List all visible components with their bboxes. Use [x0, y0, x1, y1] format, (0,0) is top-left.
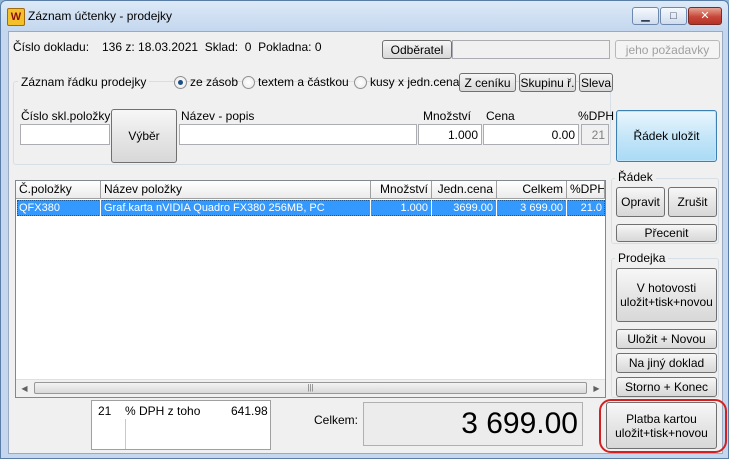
row-group-button[interactable]: Skupinu ř. [519, 73, 576, 92]
col-header-unit-price[interactable]: Jedn.cena [432, 181, 497, 199]
title-bar[interactable]: W Záznam účtenky - prodejky ▁ □ ✕ [1, 1, 728, 31]
cell-item-no: QFX380 [16, 200, 101, 216]
receipt-app-icon[interactable]: W [7, 8, 25, 26]
col-header-total[interactable]: Celkem [497, 181, 567, 199]
scroll-thumb[interactable]: ||| [34, 382, 587, 394]
maximize-icon: □ [670, 10, 677, 22]
col-header-item-name[interactable]: Název položky [101, 181, 371, 199]
customer-button[interactable]: Odběratel [382, 40, 452, 59]
cancel-end-button[interactable]: Storno + Konec [616, 377, 717, 397]
col-header-vat[interactable]: %DPH [567, 181, 605, 199]
radio-from-stock[interactable] [174, 76, 187, 89]
cell-total: 3 699.00 [497, 200, 567, 216]
quantity-input[interactable]: 1.000 [418, 124, 482, 145]
radio-pieces-price[interactable] [354, 76, 367, 89]
vat-summary-label: % DPH z toho [125, 404, 201, 418]
vat-input[interactable]: 21 [581, 124, 609, 145]
edit-row-button[interactable]: Opravit [616, 187, 665, 217]
record-group-title: Záznam řádku prodejky [18, 75, 150, 89]
card-payment-highlight [599, 399, 727, 453]
row-group-title: Řádek [615, 170, 656, 184]
vat-label: %DPH [578, 109, 615, 123]
minimize-icon: ▁ [641, 10, 650, 22]
select-item-button[interactable]: Výběr [111, 109, 177, 163]
save-new-button[interactable]: Uložit + Novou [616, 329, 717, 349]
item-number-input[interactable] [20, 124, 110, 145]
reprice-button[interactable]: Přecenit [616, 224, 717, 242]
price-input[interactable]: 0.00 [483, 124, 579, 145]
cancel-row-button[interactable]: Zrušit [668, 187, 717, 217]
vat-rate: 21 [98, 404, 112, 418]
save-row-button[interactable]: Řádek uložit [616, 110, 717, 162]
close-icon: ✕ [700, 10, 710, 22]
vat-amount: 641.98 [231, 404, 268, 418]
quantity-label: Množství [423, 109, 472, 123]
customer-field[interactable] [452, 40, 610, 59]
items-table[interactable]: Č.položky Název položky Množství Jedn.ce… [15, 180, 606, 398]
sale-group-title: Prodejka [615, 251, 669, 265]
doc-number-label: Číslo dokladu: [13, 40, 90, 54]
name-label: Název - popis [181, 109, 255, 123]
radio-text-amount-label[interactable]: textem a částkou [258, 75, 349, 89]
radio-pieces-price-label[interactable]: kusy x jedn.cena [370, 75, 459, 89]
other-document-button[interactable]: Na jiný doklad [616, 353, 717, 373]
maximize-button[interactable]: □ [660, 7, 687, 25]
window-title: Záznam účtenky - prodejky [28, 9, 173, 23]
scroll-right-icon[interactable]: ▶ [588, 381, 605, 396]
cell-quantity: 1.000 [371, 200, 432, 216]
requirements-button[interactable]: jeho požadavky [615, 40, 720, 59]
discount-button[interactable]: Sleva [579, 73, 613, 92]
record-group [13, 81, 611, 165]
scroll-left-icon[interactable]: ◀ [16, 381, 33, 396]
name-input[interactable] [179, 124, 417, 145]
total-label: Celkem: [314, 413, 359, 427]
radio-text-amount[interactable] [242, 76, 255, 89]
radio-from-stock-label[interactable]: ze zásob [190, 75, 238, 89]
receipt-form: Číslo dokladu: 136 z: 18.03.2021 Sklad: … [8, 31, 727, 454]
close-button[interactable]: ✕ [688, 7, 722, 25]
col-header-quantity[interactable]: Množství [371, 181, 432, 199]
minimize-button[interactable]: ▁ [632, 7, 659, 25]
cell-vat: 21.0 [580, 202, 602, 214]
item-number-label: Číslo skl.položky [21, 109, 111, 123]
price-list-button[interactable]: Z ceníku [459, 73, 516, 92]
app-window: W Záznam účtenky - prodejky ▁ □ ✕ Číslo … [0, 0, 729, 459]
col-header-item-no[interactable]: Č.položky [16, 181, 101, 199]
doc-info-value: 136 z: 18.03.2021 Sklad: 0 Pokladna: 0 [102, 40, 322, 54]
cell-unit-price: 3699.00 [432, 200, 497, 216]
cash-save-print-button[interactable]: V hotovosti uložit+tisk+novou [616, 268, 717, 322]
price-label: Cena [486, 109, 515, 123]
horizontal-scrollbar[interactable]: ◀ ||| ▶ [16, 379, 605, 397]
vat-summary-divider [125, 419, 126, 449]
cell-item-name: Graf.karta nVIDIA Quadro FX380 256MB, PC [101, 200, 371, 216]
total-display: 3 699.00 [363, 402, 583, 446]
